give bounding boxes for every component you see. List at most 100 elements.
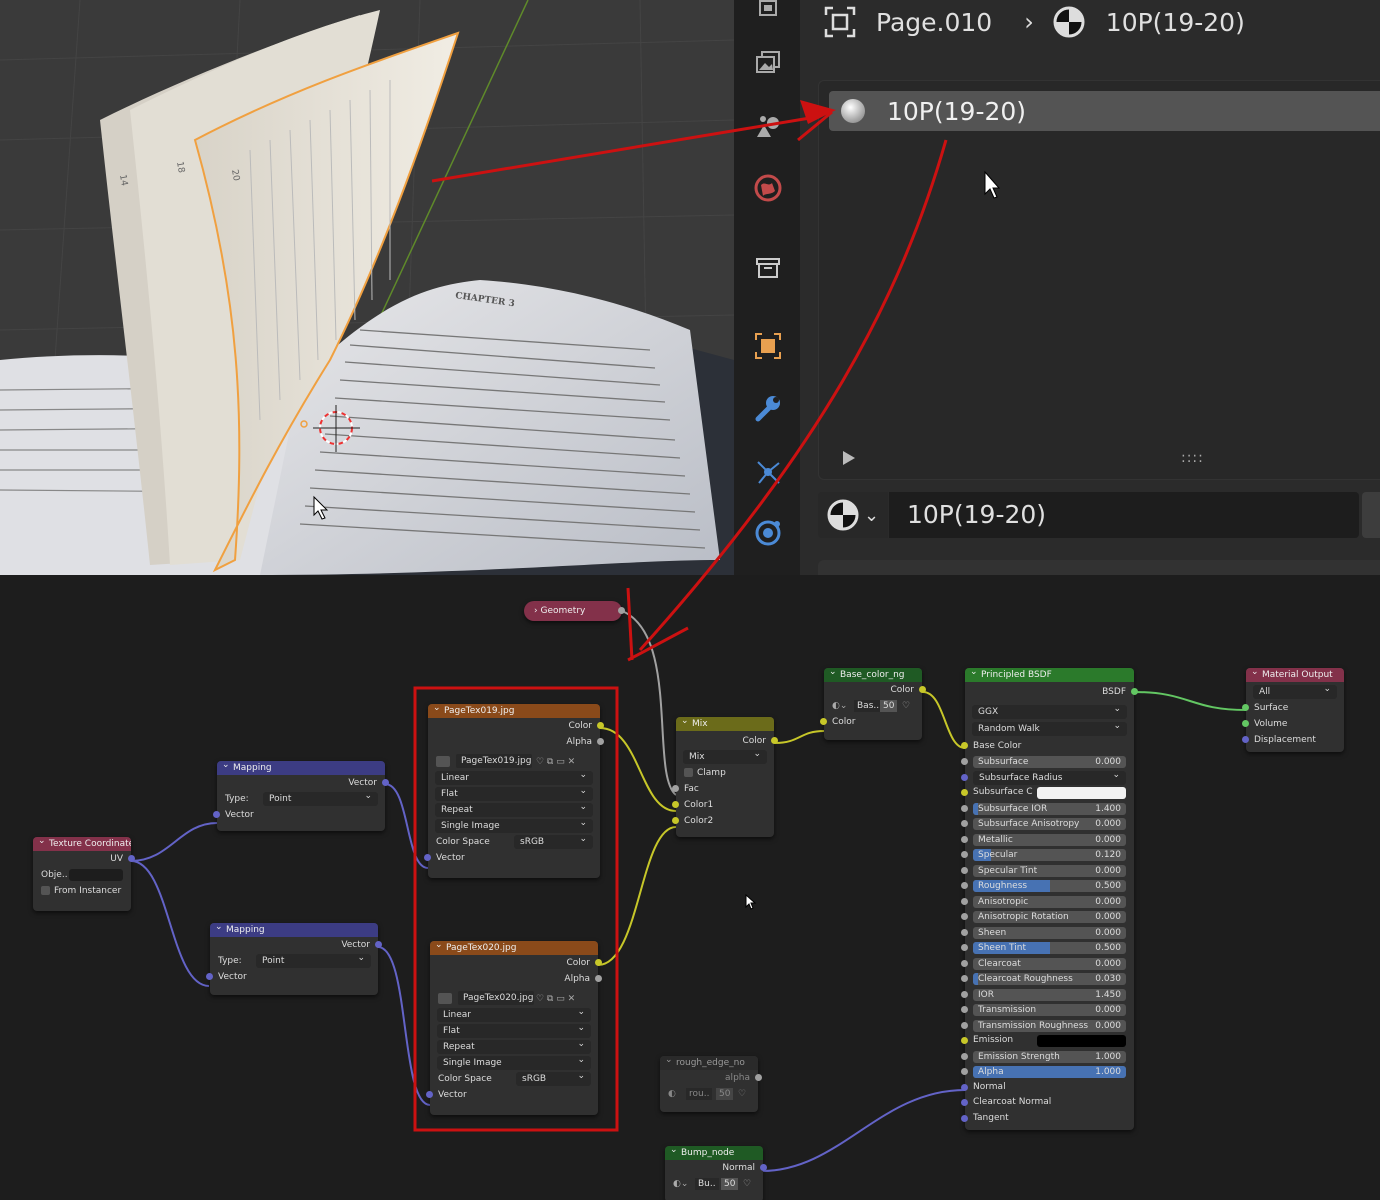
image-actions-icons[interactable]: ♡ ⧉ ▭ ✕ (536, 991, 575, 1007)
node-image-texture-020[interactable]: PageTex020.jpg Color Alpha PageTex020.jp… (426, 941, 602, 1115)
field-3[interactable]: Metallic 0.000 (973, 833, 1126, 846)
node-bump-group[interactable]: Bump_node Normal ◐⌄ Bu.. 50 ♡ (665, 1146, 767, 1200)
fake-user-icon[interactable]: ♡ (902, 698, 910, 714)
socket[interactable] (961, 944, 968, 951)
socket-mapping1-in[interactable] (213, 811, 220, 818)
node-group-icon[interactable]: ◐⌄ (673, 1179, 688, 1189)
socket[interactable] (961, 1021, 968, 1029)
distribution-dropdown[interactable]: GGX (972, 702, 1127, 719)
mapping2-type-dropdown[interactable]: Point (256, 951, 371, 968)
expand-arrow-icon[interactable] (843, 451, 855, 465)
socket-tex1-alpha[interactable] (597, 738, 604, 745)
node-base-color-group[interactable]: Base_color_ng Color ◐⌄ Bas.. 50 ♡ Color (820, 668, 926, 740)
socket[interactable] (961, 773, 968, 781)
material-slot-item[interactable]: 10P(19-20) (829, 91, 1380, 131)
field-10[interactable]: Sheen Tint 0.500 (973, 942, 1126, 954)
field-13[interactable]: IOR 1.450 (973, 988, 1126, 1001)
interpolation-dropdown[interactable]: Linear (437, 1005, 591, 1022)
image-browse-icon[interactable] (438, 993, 452, 1004)
extension-dropdown[interactable]: Repeat (437, 1037, 591, 1054)
socket[interactable] (961, 990, 968, 998)
socket-tex2-vector[interactable] (426, 1091, 433, 1098)
breadcrumb-object[interactable]: Page.010 (876, 8, 992, 37)
subsurface-method-dropdown[interactable]: Random Walk (972, 719, 1127, 736)
socket-base-color[interactable] (961, 742, 968, 749)
node-group-icon[interactable]: ◐⌄ (832, 701, 847, 711)
socket-mapping2-out[interactable] (375, 941, 382, 948)
socket-mix-color2[interactable] (672, 817, 679, 824)
socket-mix-out[interactable] (771, 737, 778, 744)
field-8[interactable]: Anisotropic Rotation 0.000 (973, 911, 1126, 923)
socket[interactable] (961, 1037, 968, 1044)
node-geometry[interactable]: › Geometry (524, 601, 625, 621)
field-emission_strength[interactable]: Emission Strength 1.000 (973, 1050, 1126, 1063)
socket[interactable] (961, 928, 968, 936)
socket-mix-color1[interactable] (672, 801, 679, 808)
socket[interactable] (961, 820, 968, 827)
node-mapping-1[interactable]: Mapping Vector Type: Point Vector (213, 761, 389, 831)
field-9[interactable]: Sheen 0.000 (973, 926, 1126, 939)
socket-tex1-vector[interactable] (424, 854, 431, 861)
field-alpha[interactable]: Alpha 1.000 (973, 1066, 1126, 1078)
extension-dropdown[interactable]: Repeat (435, 800, 593, 817)
field-11[interactable]: Clearcoat 0.000 (973, 957, 1126, 970)
node-bump-header[interactable]: Bump_node (665, 1146, 763, 1160)
output-tab[interactable] (748, 42, 788, 82)
source-dropdown[interactable]: Single Image (435, 816, 593, 833)
socket-tex1-color[interactable] (597, 722, 604, 729)
node-tex1-header[interactable]: PageTex019.jpg (428, 704, 600, 718)
socket-surface[interactable] (1242, 704, 1249, 711)
render-tab[interactable] (748, 0, 788, 28)
socket[interactable] (961, 866, 968, 874)
field-4[interactable]: Specular 0.120 (973, 849, 1126, 861)
socket[interactable] (961, 1083, 968, 1091)
image-name-field[interactable]: PageTex019.jpg (456, 754, 532, 768)
object-picker-field[interactable] (69, 869, 123, 881)
socket-rough-alpha[interactable] (755, 1074, 762, 1081)
node-group-icon[interactable]: ◐ (668, 1089, 676, 1099)
field-transmission[interactable]: Transmission 0.000 (973, 1004, 1126, 1016)
field-6[interactable]: Roughness 0.500 (973, 880, 1126, 892)
socket[interactable] (961, 789, 968, 796)
group-name-field[interactable]: Bas.. (854, 700, 883, 712)
node-principled-header[interactable]: Principled BSDF (965, 668, 1134, 682)
3d-viewport[interactable]: CHAPTER 3 14 18 20 (0, 0, 734, 575)
subsurface-radius-dropdown[interactable]: Subsurface Radius (973, 768, 1126, 785)
blend-mode-dropdown[interactable]: Mix (683, 747, 767, 764)
output-target-dropdown[interactable]: All (1253, 682, 1337, 699)
image-actions-icons[interactable]: ♡ ⧉ ▭ ✕ (536, 754, 575, 770)
socket[interactable] (961, 851, 968, 858)
field-12[interactable]: Clearcoat Roughness 0.030 (973, 973, 1126, 985)
node-output-header[interactable]: Material Output (1246, 668, 1344, 682)
field-7[interactable]: Anisotropic 0.000 (973, 895, 1126, 908)
node-mapping1-header[interactable]: Mapping (217, 761, 385, 775)
modifier-tab[interactable] (748, 388, 788, 428)
socket-bsdf-out[interactable] (1131, 688, 1138, 695)
material-name-field[interactable]: 10P(19-20) (889, 492, 1359, 538)
socket[interactable] (961, 835, 968, 843)
world-tab[interactable] (748, 168, 788, 208)
group-users-count[interactable]: 50 (721, 1178, 739, 1190)
node-tex2-header[interactable]: PageTex020.jpg (430, 941, 598, 955)
node-rough-edge-group[interactable]: rough_edge_no alpha ◐ rou.. 50 ♡ (660, 1056, 762, 1112)
fake-user-icon[interactable]: ♡ (738, 1086, 746, 1102)
collection-tab[interactable] (748, 248, 788, 288)
particles-tab[interactable] (748, 452, 788, 492)
breadcrumb-material[interactable]: 10P(19-20) (1106, 8, 1245, 37)
socket[interactable] (961, 882, 968, 889)
node-texture-coordinate[interactable]: Texture Coordinate UV Obje.. From Instan… (33, 837, 135, 911)
emission-color-swatch[interactable] (1037, 1035, 1126, 1047)
color-space-dropdown[interactable]: sRGB (516, 1069, 591, 1086)
socket[interactable] (961, 1052, 968, 1060)
physics-tab[interactable] (748, 512, 788, 552)
socket-basecolor-out[interactable] (919, 686, 926, 693)
node-material-output[interactable]: Material Output All Surface Volume Displ… (1242, 668, 1344, 752)
socket-mapping1-out[interactable] (382, 779, 389, 786)
browse-material-button[interactable]: ⌄ (818, 492, 888, 538)
socket[interactable] (961, 913, 968, 920)
node-texcoord-header[interactable]: Texture Coordinate (33, 837, 131, 851)
field-0[interactable]: Subsurface 0.000 (973, 756, 1126, 768)
image-name-field[interactable]: PageTex020.jpg (458, 991, 534, 1005)
from-instancer-checkbox[interactable] (41, 886, 50, 895)
mapping1-type-dropdown[interactable]: Point (263, 789, 378, 806)
